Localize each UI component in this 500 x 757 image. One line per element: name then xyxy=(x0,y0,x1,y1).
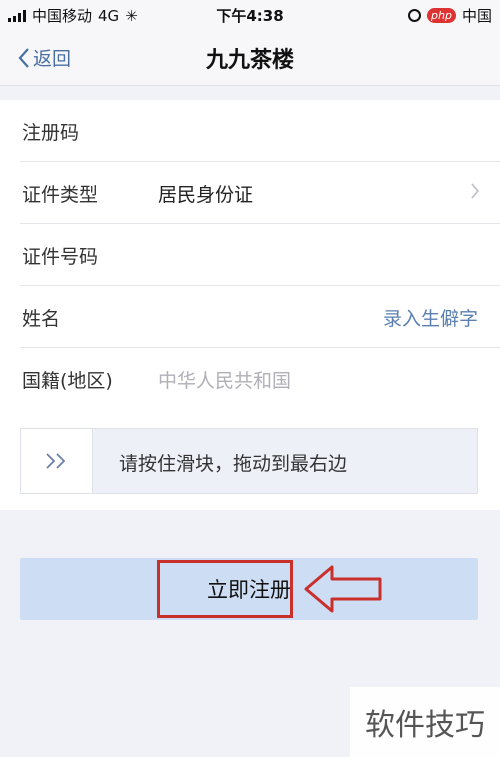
nav-bar: 返回 九九茶楼 xyxy=(0,28,500,86)
id-number-row[interactable]: 证件号码 xyxy=(20,224,500,286)
id-type-value[interactable]: 居民身份证 xyxy=(158,180,253,207)
registration-code-row[interactable]: 注册码 xyxy=(20,100,500,162)
php-watermark-suffix: 中国 xyxy=(461,7,492,25)
slider-section: 请按住滑块，拖动到最右边 xyxy=(0,410,500,510)
nationality-input[interactable]: 中华人民共和国 xyxy=(158,366,291,393)
annotation-highlight-box xyxy=(157,560,293,618)
page-title: 九九茶楼 xyxy=(205,48,294,73)
nationality-label: 国籍(地区) xyxy=(22,370,113,392)
chevron-right-icon xyxy=(471,183,480,199)
php-watermark-badge: php xyxy=(427,8,456,23)
status-bar: 中国移动 4G ✳ 下午4:38 php 中国 xyxy=(0,0,500,28)
nationality-row[interactable]: 国籍(地区) 中华人民共和国 xyxy=(20,348,500,410)
id-number-label: 证件号码 xyxy=(22,246,99,268)
status-right: php 中国 xyxy=(408,5,492,26)
name-row[interactable]: 姓名 录入生僻字 xyxy=(20,286,500,348)
id-type-row[interactable]: 证件类型 居民身份证 xyxy=(20,162,500,224)
slide-handle[interactable] xyxy=(21,429,93,493)
slider-instruction: 请按住滑块，拖动到最右边 xyxy=(119,453,348,475)
annotation-arrow-icon xyxy=(304,565,382,613)
orientation-lock-icon xyxy=(408,9,422,22)
registration-code-label: 注册码 xyxy=(22,122,80,144)
watermark: 软件技巧 xyxy=(350,687,500,757)
double-chevron-right-icon xyxy=(45,453,65,469)
rare-character-link[interactable]: 录入生僻字 xyxy=(383,304,478,331)
registration-form: 注册码 证件类型 居民身份证 证件号码 姓名 录入生僻字 国籍(地区) 中华人民… xyxy=(0,100,500,410)
name-label: 姓名 xyxy=(22,308,61,330)
id-type-label: 证件类型 xyxy=(22,184,99,206)
slide-verify-track[interactable]: 请按住滑块，拖动到最右边 xyxy=(20,428,478,494)
